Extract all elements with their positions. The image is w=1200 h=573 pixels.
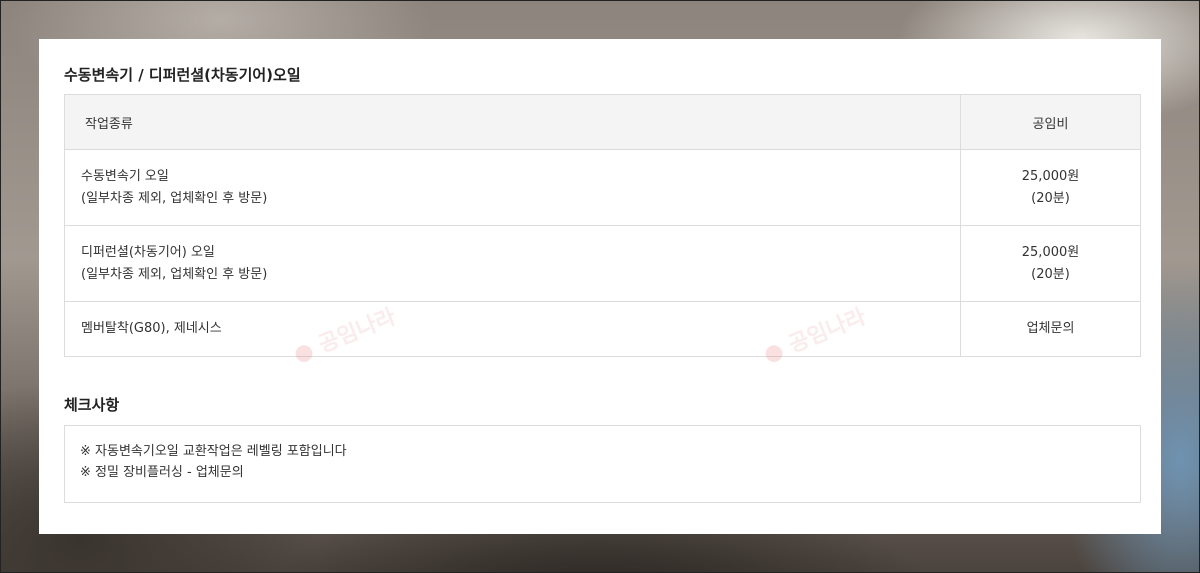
section-title: 수동변속기 / 디퍼런셜(차동기어)오일 <box>64 66 301 84</box>
work-type-name: 수동변속기 오일 <box>81 168 169 184</box>
work-type-name: 디퍼런셜(차동기어) 오일 <box>81 244 215 260</box>
header-labor-cost: 공임비 <box>960 94 1141 150</box>
labor-cost-duration: (20분) <box>1031 190 1070 206</box>
work-type-cell: 멤버탈착(G80), 제네시스 <box>64 301 961 357</box>
table-header-row: 작업종류 공임비 <box>64 94 1141 150</box>
work-type-name: 멤버탈착(G80), 제네시스 <box>81 321 222 336</box>
labor-cost-price: 25,000원 <box>1021 244 1080 260</box>
work-type-cell: 디퍼런셜(차동기어) 오일 (일부차종 제외, 업체확인 후 방문) <box>64 225 961 302</box>
work-type-note: (일부차종 제외, 업체확인 후 방문) <box>81 190 268 206</box>
price-table: 작업종류 공임비 수동변속기 오일 (일부차종 제외, 업체확인 후 방문) 2… <box>64 94 1141 357</box>
content-card: 수동변속기 / 디퍼런셜(차동기어)오일 작업종류 공임비 수동변속기 오일 (… <box>39 39 1161 534</box>
table-row: 수동변속기 오일 (일부차종 제외, 업체확인 후 방문) 25,000원 (2… <box>64 149 1141 226</box>
header-work-type: 작업종류 <box>64 94 961 150</box>
labor-cost-duration: (20분) <box>1031 266 1070 282</box>
labor-cost-cell: 업체문의 <box>960 301 1141 357</box>
labor-cost-cell: 25,000원 (20분) <box>960 225 1141 302</box>
work-type-note: (일부차종 제외, 업체확인 후 방문) <box>81 266 268 282</box>
check-section-title: 체크사항 <box>64 396 120 414</box>
check-note: ※ 자동변속기오일 교환작업은 레벨링 포함입니다 <box>80 444 347 459</box>
labor-cost-price: 25,000원 <box>1021 168 1080 184</box>
table-row: 디퍼런셜(차동기어) 오일 (일부차종 제외, 업체확인 후 방문) 25,00… <box>64 225 1141 302</box>
labor-cost-cell: 25,000원 (20분) <box>960 149 1141 226</box>
check-note: ※ 정밀 장비플러싱 - 업체문의 <box>80 465 244 480</box>
check-notes-box: ※ 자동변속기오일 교환작업은 레벨링 포함입니다 ※ 정밀 장비플러싱 - 업… <box>64 425 1141 503</box>
work-type-cell: 수동변속기 오일 (일부차종 제외, 업체확인 후 방문) <box>64 149 961 226</box>
table-row: 멤버탈착(G80), 제네시스 업체문의 <box>64 301 1141 357</box>
labor-cost-price: 업체문의 <box>1026 321 1075 336</box>
